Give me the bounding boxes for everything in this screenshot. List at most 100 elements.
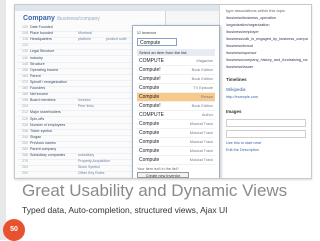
suggestions-header: Select an item from the list: (137, 49, 215, 56)
property-label: Legal Structure (30, 49, 55, 54)
row-number: 108 (22, 31, 28, 36)
types-sidebar: type associations within this topic /bus… (219, 5, 311, 178)
property-label: Slogan (30, 134, 42, 139)
suggestion-item[interactable]: Compute Musical Track (137, 138, 215, 147)
property-value: Montreal (78, 31, 92, 36)
row-number: 228 (22, 122, 28, 127)
slide-accent-line (0, 0, 6, 240)
page-number-badge: 50 (3, 219, 25, 241)
suggestion-type: TV Episode (193, 86, 213, 90)
suggestion-item[interactable]: Compute! Book Edition (137, 75, 215, 84)
property-label: Subsidiary companies (30, 153, 66, 158)
property-label: Founders (30, 86, 46, 90)
property-label: Headquarters (30, 37, 52, 42)
external-url-link[interactable]: http://example.com (226, 95, 258, 99)
type-list-item[interactable]: /business/cdb_is_engaged_by_business_com… (226, 36, 308, 43)
suggestion-item[interactable]: Compute! Book Edition (137, 66, 215, 75)
row-number: 140 (22, 55, 28, 60)
suggestion-name: Compute! (139, 103, 161, 109)
row-number: 100 (22, 25, 28, 29)
suggestion-type: Book Edition (191, 77, 213, 81)
property-value: platform (78, 37, 91, 42)
checkbox-label: Inventor (141, 30, 157, 35)
timelines-heading: Timelines (226, 77, 247, 82)
suggestion-type: Musical Track (189, 158, 213, 162)
embedded-screenshot: Company /business/company 100 Date Founde… (14, 4, 312, 179)
property-value: subsidiary (78, 153, 95, 158)
topic-type-title: Company (23, 15, 55, 22)
row-number: 276 (22, 159, 28, 164)
row-number: 260 (22, 147, 28, 151)
suggestion-item[interactable]: COMPUTE Magazine (137, 57, 215, 66)
row-number: 132 (22, 49, 28, 54)
property-label: Spinoff / reorganization (30, 79, 67, 84)
suggestion-name: Compute (139, 148, 160, 154)
row-number: 220 (22, 116, 28, 121)
row-number: 164 (22, 73, 28, 78)
row-number: 236 (22, 128, 28, 133)
autocomplete-popup: ☑ Inventor Compute Select an item from t… (132, 25, 220, 178)
suggestion-name: COMPUTE (139, 58, 164, 64)
property-label: Operating income (30, 67, 59, 72)
suggestion-item[interactable]: Compute Musical Track (137, 156, 215, 165)
property-label: Number of employees (30, 122, 66, 127)
row-number: 124 (22, 43, 28, 48)
property-label: Structure (30, 61, 45, 66)
checkbox-row[interactable]: ☑ Inventor (137, 30, 156, 35)
row-number: 204 (22, 104, 28, 109)
row-number: 284 (22, 165, 28, 170)
suggestion-type: Book Edition (191, 68, 213, 72)
suggestion-item[interactable]: Compute Musical Track (137, 120, 215, 129)
suggestion-item[interactable]: Compute! Book Edition (137, 102, 215, 111)
suggestion-type: Musical Track (189, 131, 213, 135)
type-list-item[interactable]: /business/brand (226, 43, 308, 50)
suggestion-type: Author (201, 113, 213, 117)
edit-description-link[interactable]: Edit the Description (226, 148, 259, 152)
property-value: product suite (106, 37, 127, 42)
row-number: 148 (22, 61, 28, 66)
property-value: Investor (78, 98, 91, 103)
property-value: Stock Symbol (78, 165, 100, 170)
suggestion-type: Musical Track (189, 149, 213, 153)
type-list-item[interactable]: /business/company_history_and_fundraisin… (226, 57, 308, 64)
suggestion-item[interactable]: COMPUTE Author (137, 111, 215, 120)
suggestion-name: Compute (139, 139, 160, 145)
property-value: Property Acquisition (78, 159, 110, 164)
row-number: 212 (22, 110, 28, 115)
suggestion-item[interactable]: Compute Person (137, 93, 215, 102)
suggestion-item[interactable]: Compute Musical Track (137, 129, 215, 138)
row-number: 180 (22, 86, 28, 90)
suggestion-item[interactable]: Compute Musical Track (137, 147, 215, 156)
start-new-link[interactable]: Use this to start new! (226, 141, 261, 145)
create-new-button[interactable]: Create new Inventor (137, 172, 189, 178)
suggestion-name: COMPUTE (139, 112, 164, 118)
row-number: 196 (22, 98, 28, 103)
property-label: Parent (30, 73, 41, 78)
type-list-item[interactable]: /business/sponsor (226, 50, 308, 57)
type-list-item[interactable]: /organization/organization (226, 22, 308, 29)
suggestion-name: Compute! (139, 67, 161, 73)
property-value: Other Key Roles (78, 171, 105, 176)
image-field-2[interactable] (226, 130, 306, 138)
type-list-item[interactable]: /business/employer (226, 29, 308, 36)
suggestion-name: Compute (139, 85, 160, 91)
property-label: Net income (30, 92, 49, 97)
suggestion-name: Compute! (139, 76, 161, 82)
type-list-item[interactable]: /business/issuer (226, 64, 308, 71)
suggestion-type: Book Edition (191, 104, 213, 108)
suggestion-name: Compute (139, 94, 160, 100)
suggestion-type: Person (200, 95, 213, 99)
property-label: Parent company (30, 147, 57, 151)
wikipedia-link[interactable]: Wikipedia (226, 87, 246, 92)
suggestion-item[interactable]: Compute TV Episode (137, 84, 215, 93)
row-number: 156 (22, 67, 28, 72)
row-number: 244 (22, 134, 28, 139)
not-in-list-hint: Your item isn't in the list? (137, 167, 179, 171)
slide-subtitle: Typed data, Auto-completion, structured … (22, 205, 228, 215)
autocomplete-input[interactable]: Compute (137, 38, 177, 46)
type-list-item[interactable]: /business/business_operation (226, 15, 308, 22)
image-field-1[interactable] (226, 119, 306, 127)
property-label: Ticker symbol (30, 128, 53, 133)
property-label: Board members (30, 98, 56, 103)
property-label: Major shareholders (30, 110, 61, 115)
